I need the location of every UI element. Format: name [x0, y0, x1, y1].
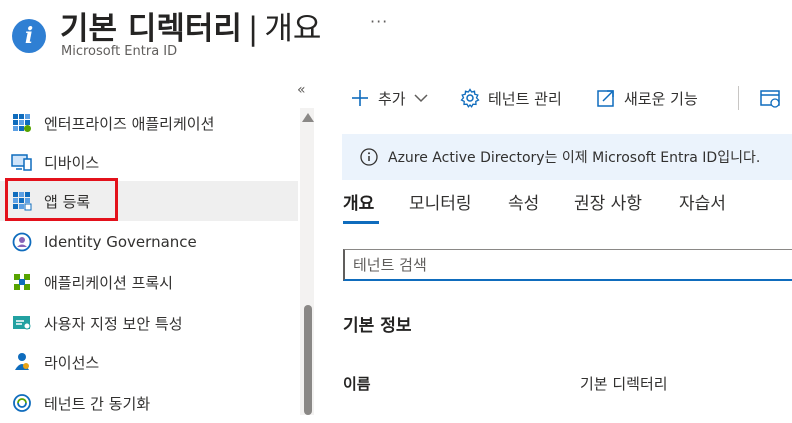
sidebar-item-label: 엔터프라이즈 애플리케이션	[44, 114, 215, 133]
add-label: 추가	[378, 89, 406, 108]
scroll-up-arrow-icon[interactable]	[302, 113, 314, 122]
tab-overview[interactable]: 개요	[343, 189, 374, 214]
more-options-button[interactable]: ···	[370, 12, 388, 31]
info-icon: i	[12, 19, 46, 53]
sidebar-item-cross-tenant-sync[interactable]: 테넌트 간 동기화	[0, 383, 298, 423]
info-banner: Azure Active Directory는 이제 Microsoft Ent…	[342, 134, 792, 180]
plus-icon	[350, 88, 370, 108]
identity-governance-icon	[11, 231, 33, 253]
sidebar-item-label: 사용자 지정 보안 특성	[44, 314, 183, 333]
page-title-section: 개요	[264, 11, 322, 47]
licenses-icon	[11, 351, 33, 373]
title-separator: |	[247, 11, 259, 47]
sidebar-item-custom-security-attributes[interactable]: 사용자 지정 보안 특성	[0, 303, 298, 343]
manage-tenants-button[interactable]: 테넌트 관리	[460, 84, 562, 112]
sidebar-item-identity-governance[interactable]: Identity Governance	[0, 222, 298, 262]
name-value: 기본 디렉터리	[580, 375, 668, 393]
sidebar-item-label: Identity Governance	[44, 233, 197, 251]
tab-recommendations[interactable]: 권장 사항	[574, 189, 642, 214]
tab-monitoring[interactable]: 모니터링	[409, 189, 472, 214]
sidebar-item-label: 테넌트 간 동기화	[44, 394, 151, 413]
enterprise-apps-icon	[11, 112, 33, 134]
basic-info-heading: 기본 정보	[343, 316, 412, 336]
preview-features-icon[interactable]	[760, 88, 782, 114]
page-subtitle: Microsoft Entra ID	[61, 44, 178, 59]
whats-new-label: 새로운 기능	[624, 89, 698, 108]
gear-icon	[460, 88, 480, 108]
scrollbar-thumb[interactable]	[304, 305, 312, 415]
selection-highlight-box	[5, 178, 118, 221]
manage-tenants-label: 테넌트 관리	[488, 89, 562, 108]
toolbar-divider	[738, 86, 739, 110]
collapse-sidebar-button[interactable]: «	[297, 82, 306, 98]
external-link-icon	[596, 88, 616, 108]
cross-tenant-sync-icon	[11, 392, 33, 414]
sidebar-item-licenses[interactable]: 라이선스	[0, 342, 298, 382]
whats-new-button[interactable]: 새로운 기능	[596, 84, 698, 112]
name-label: 이름	[343, 375, 371, 393]
page-title: 기본 디렉터리 | 개요	[60, 3, 321, 48]
tab-properties[interactable]: 속성	[508, 189, 539, 214]
sidebar-item-application-proxy[interactable]: 애플리케이션 프록시	[0, 262, 298, 302]
custom-security-attributes-icon	[11, 312, 33, 334]
sidebar-item-label: 디바이스	[44, 153, 100, 172]
tab-tutorials[interactable]: 자습서	[679, 189, 726, 214]
info-circle-icon	[360, 148, 378, 166]
banner-text: Azure Active Directory는 이제 Microsoft Ent…	[388, 150, 761, 166]
sidebar-item-label: 애플리케이션 프록시	[44, 273, 173, 292]
sidebar-item-label: 라이선스	[44, 353, 100, 372]
application-proxy-icon	[11, 271, 33, 293]
sidebar-item-enterprise-apps[interactable]: 엔터프라이즈 애플리케이션	[0, 103, 298, 143]
chevron-down-icon	[414, 93, 428, 103]
tenant-search-input[interactable]	[343, 249, 792, 281]
add-button[interactable]: 추가	[350, 84, 428, 112]
page-title-main: 기본 디렉터리	[60, 11, 242, 47]
sidebar-item-devices[interactable]: 디바이스	[0, 142, 298, 182]
active-tab-indicator	[343, 221, 379, 224]
devices-icon	[11, 151, 33, 173]
